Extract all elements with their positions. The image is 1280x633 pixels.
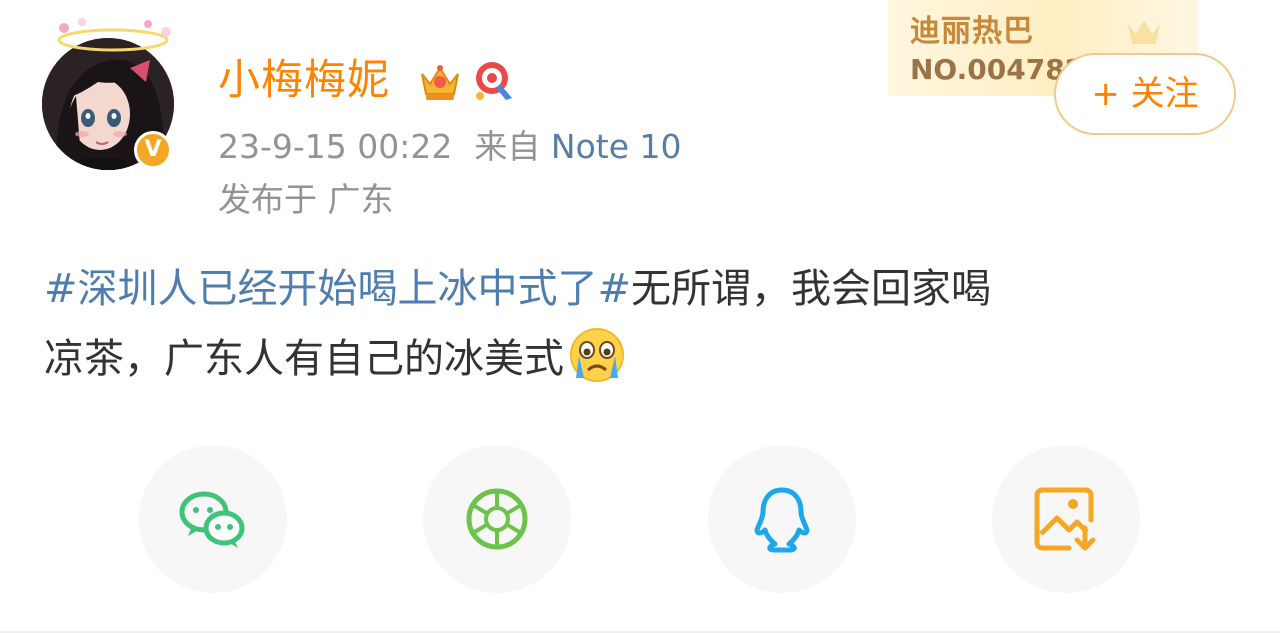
fan-badge-icon[interactable] <box>472 58 516 104</box>
post-meta: 23-9-15 00:22 来自 Note 10 <box>218 126 682 168</box>
post-text-line1: 无所谓，我会回家喝 <box>631 266 992 312</box>
avatar-container[interactable]: V <box>42 18 174 170</box>
crown-badge-icon[interactable] <box>416 60 464 104</box>
post-location: 发布于 广东 <box>218 180 394 219</box>
device-link[interactable]: Note 10 <box>551 127 682 166</box>
follow-button[interactable]: + 关注 <box>1054 53 1236 135</box>
post-time: 23-9-15 00:22 <box>218 127 453 166</box>
crown-icon <box>1128 20 1160 44</box>
username[interactable]: 小梅梅妮 <box>218 52 390 108</box>
qq-icon <box>754 487 810 553</box>
weibo-post-page: V 小梅梅妮 23-9-15 00:22 来自 Note 10 发布于 广东 迪丽… <box>0 0 1280 633</box>
fan-card-name: 迪丽热巴 <box>910 14 1034 49</box>
moments-icon <box>466 488 528 550</box>
post-text-line2: 凉茶，广东人有自己的冰美式 <box>44 336 564 382</box>
avatar-halo-icon <box>57 18 171 52</box>
save-image-button[interactable] <box>992 445 1140 593</box>
crying-face-icon <box>570 328 624 382</box>
post-text: #深圳人已经开始喝上冰中式了#无所谓，我会回家喝 凉茶，广东人有自己的冰美式 <box>44 254 1244 394</box>
source-prefix: 来自 <box>474 127 541 166</box>
share-qq-button[interactable] <box>708 445 856 593</box>
verified-badge-icon: V <box>134 131 172 169</box>
share-moments-button[interactable] <box>423 445 571 593</box>
save-image-icon <box>1034 487 1096 551</box>
topic-link[interactable]: #深圳人已经开始喝上冰中式了# <box>44 266 631 312</box>
share-wechat-button[interactable] <box>139 445 287 593</box>
wechat-icon <box>179 491 245 548</box>
